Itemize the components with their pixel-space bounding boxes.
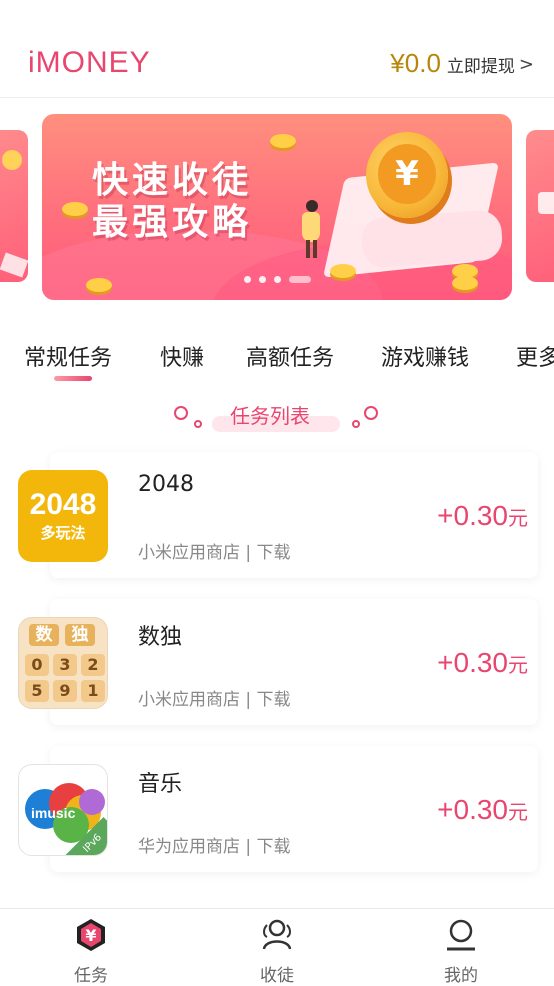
carousel-dot[interactable]: [259, 276, 266, 283]
tab-quick-earn[interactable]: 快赚: [160, 340, 204, 372]
task-item[interactable]: 数 独 0 3 2 5 9 1 数独 小米应用商店 | 下载 +0.30 元: [18, 599, 538, 725]
section-header: 任务列表: [0, 398, 554, 438]
reward-unit: 元: [508, 506, 528, 530]
coin-decoration: [2, 150, 22, 170]
carousel-dot[interactable]: [244, 276, 251, 283]
icon-char: 独: [65, 624, 95, 646]
nav-label: 任务: [74, 966, 108, 986]
tab-label: 更多: [516, 346, 554, 371]
icon-subtext: 多玩法: [40, 524, 86, 542]
tab-label: 常规任务: [24, 346, 113, 371]
circle-decoration: [352, 420, 360, 428]
users-icon: [262, 919, 292, 950]
circle-decoration: [174, 406, 188, 420]
withdraw-label: 立即提现: [446, 57, 515, 77]
task-item[interactable]: 2048 多玩法 2048 小米应用商店 | 下载 +0.30 元: [18, 452, 538, 578]
banner-title-line2: 最强攻略: [92, 202, 253, 243]
balance-amount: ¥0.0: [390, 48, 441, 78]
task-item[interactable]: imusic IPv6 音乐 华为应用商店 | 下载 +0.30 元: [18, 746, 538, 872]
reward-unit: 元: [508, 800, 528, 824]
banner-carousel[interactable]: ¥ 快速收徒 最强攻略: [0, 112, 554, 302]
circle-decoration: [194, 420, 202, 428]
task-reward: +0.30 元: [437, 647, 528, 679]
banner-title: 快速收徒 最强攻略: [92, 160, 252, 244]
banner-prev-slide[interactable]: [0, 130, 29, 282]
task-meta: 小米应用商店 | 下载: [138, 690, 291, 710]
nav-item-recruit[interactable]: 收徒: [232, 917, 322, 986]
user-icon: [447, 919, 475, 951]
nav-item-tasks[interactable]: ¥ 任务: [46, 917, 136, 986]
nav-label: 我的: [444, 966, 478, 986]
banner-title-line1: 快速收徒: [92, 160, 253, 201]
balance-area[interactable]: ¥0.0 立即提现 >: [390, 48, 534, 79]
carousel-dot[interactable]: [274, 276, 281, 283]
carousel-dot-active[interactable]: [289, 276, 311, 283]
tab-active-indicator: [54, 376, 92, 381]
tab-regular-tasks[interactable]: 常规任务: [24, 340, 113, 381]
coin-decoration: [86, 278, 112, 292]
nav-item-me[interactable]: 我的: [416, 917, 506, 986]
reward-value: +0.30: [437, 647, 508, 678]
yuan-hexagon-icon: ¥: [77, 919, 105, 951]
tab-label: 快赚: [160, 346, 205, 371]
reward-value: +0.30: [437, 500, 508, 531]
category-tabs: 常规任务 快赚 高额任务 游戏赚钱 更多: [24, 340, 554, 384]
task-meta: 小米应用商店 | 下载: [138, 543, 291, 563]
circle-decoration: [364, 406, 378, 420]
icon-digit: 5: [25, 680, 49, 702]
coin-decoration: [452, 276, 478, 290]
tab-high-value-tasks[interactable]: 高额任务: [246, 340, 334, 372]
yuan-symbol: ¥: [378, 144, 436, 204]
reward-unit: 元: [508, 653, 528, 677]
person-illustration: [298, 200, 324, 260]
music-app-icon: imusic IPv6: [18, 764, 108, 856]
icon-text: 2048: [29, 488, 97, 521]
reward-value: +0.30: [437, 794, 508, 825]
svg-text:¥: ¥: [85, 926, 96, 945]
banner-next-text: [538, 192, 554, 214]
app-logo: iMONEY: [28, 46, 151, 79]
task-reward: +0.30 元: [437, 500, 528, 532]
icon-digit: 2: [81, 654, 105, 676]
tab-game-earn[interactable]: 游戏赚钱: [381, 340, 469, 372]
task-name: 2048: [138, 472, 194, 497]
yuan-coin-illustration: ¥: [366, 132, 448, 218]
icon-char: 数: [29, 624, 59, 646]
icon-digit: 9: [53, 680, 77, 702]
receipt-illustration: [360, 209, 504, 269]
section-title: 任务列表: [230, 404, 310, 428]
carousel-indicators: [244, 276, 311, 283]
coin-decoration: [270, 134, 296, 148]
coin-decoration: [330, 264, 356, 278]
icon-digit: 0: [25, 654, 49, 676]
bottom-nav: ¥ 任务 收徒 我的: [0, 908, 554, 986]
nav-label: 收徒: [260, 966, 294, 986]
task-meta: 华为应用商店 | 下载: [138, 837, 291, 857]
banner-next-slide[interactable]: [526, 130, 554, 282]
tab-more[interactable]: 更多: [516, 340, 554, 372]
icon-digit: 3: [53, 654, 77, 676]
icon-text: imusic: [31, 805, 76, 821]
task-name: 数独: [138, 625, 183, 650]
tab-label: 高额任务: [246, 346, 335, 371]
coin-decoration: [62, 202, 88, 216]
task-name: 音乐: [138, 772, 183, 797]
icon-digit: 1: [81, 680, 105, 702]
tab-label: 游戏赚钱: [381, 346, 470, 371]
paper-decoration: [0, 252, 29, 278]
chevron-right-icon: >: [518, 54, 534, 75]
app-2048-icon: 2048 多玩法: [18, 470, 108, 562]
top-header: iMONEY ¥0.0 立即提现 >: [0, 0, 554, 98]
withdraw-link[interactable]: 立即提现 >: [447, 52, 534, 77]
task-reward: +0.30 元: [437, 794, 528, 826]
banner-slide[interactable]: ¥ 快速收徒 最强攻略: [42, 114, 512, 300]
sudoku-app-icon: 数 独 0 3 2 5 9 1: [18, 617, 108, 709]
